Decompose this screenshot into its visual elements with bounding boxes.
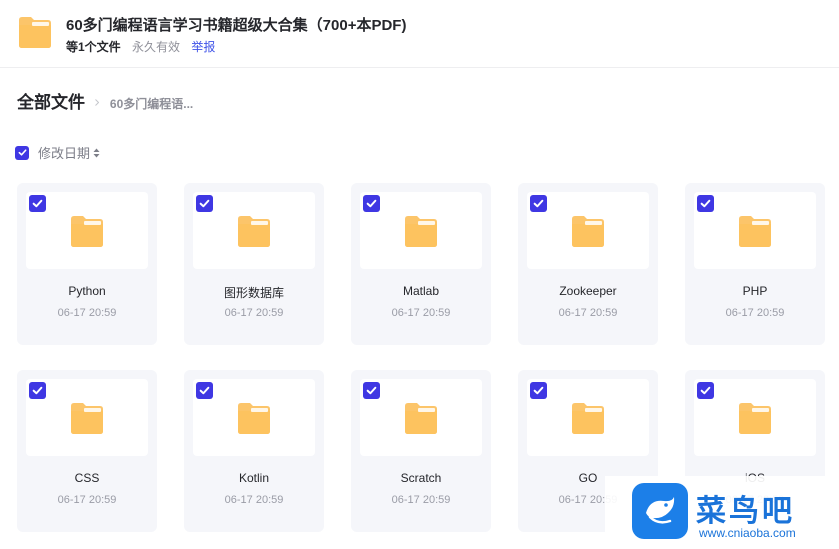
watermark-url: www.cniaoba.com: [699, 526, 796, 540]
checkbox-check-icon: [366, 199, 377, 208]
folder-icon: [572, 402, 604, 434]
file-name[interactable]: Kotlin: [184, 471, 324, 485]
folder-icon: [71, 215, 103, 247]
file-checkbox[interactable]: [196, 195, 213, 212]
sort-arrows-icon[interactable]: [93, 148, 100, 158]
file-card[interactable]: 图形数据库 06-17 20:59: [184, 183, 324, 345]
checkbox-check-icon: [32, 199, 43, 208]
file-name[interactable]: Zookeeper: [518, 284, 658, 298]
folder-icon: [19, 17, 51, 48]
file-checkbox[interactable]: [530, 195, 547, 212]
checkbox-check-icon: [32, 386, 43, 395]
checkbox-check-icon: [199, 199, 210, 208]
select-all-checkbox[interactable]: [15, 145, 29, 160]
checkbox-check-icon: [700, 199, 711, 208]
file-modified-time: 06-17 20:59: [57, 307, 117, 319]
file-card[interactable]: Matlab 06-17 20:59: [351, 183, 491, 345]
folder-icon: [238, 402, 270, 434]
file-name[interactable]: PHP: [685, 284, 825, 298]
file-name[interactable]: Scratch: [351, 471, 491, 485]
file-checkbox[interactable]: [697, 195, 714, 212]
file-modified-time: 06-17 20:59: [558, 307, 618, 319]
file-modified-time: 06-17 20:59: [57, 494, 117, 506]
file-name[interactable]: Python: [17, 284, 157, 298]
checkbox-check-icon: [18, 149, 26, 156]
file-name[interactable]: 图形数据库: [184, 284, 324, 301]
file-checkbox[interactable]: [530, 382, 547, 399]
checkbox-check-icon: [199, 386, 210, 395]
checkbox-check-icon: [700, 386, 711, 395]
file-checkbox[interactable]: [697, 382, 714, 399]
file-modified-time: 06-17 20:59: [391, 307, 451, 319]
file-card[interactable]: Zookeeper 06-17 20:59: [518, 183, 658, 345]
checkbox-check-icon: [366, 386, 377, 395]
breadcrumb-root[interactable]: 全部文件: [17, 93, 85, 112]
breadcrumb: 全部文件 60多门编程语...: [17, 88, 193, 113]
file-name[interactable]: CSS: [17, 471, 157, 485]
file-checkbox[interactable]: [196, 382, 213, 399]
file-modified-time: 06-17 20:59: [224, 307, 284, 319]
file-card[interactable]: PHP 06-17 20:59: [685, 183, 825, 345]
breadcrumb-current: 60多门编程语...: [109, 97, 194, 111]
file-modified-time: 06-17 20:59: [224, 494, 284, 506]
chevron-right-icon: [95, 99, 100, 107]
file-modified-time: 06-17 20:59: [391, 494, 451, 506]
checkbox-check-icon: [533, 386, 544, 395]
share-title: 60多门编程语言学习书籍超级大合集（700+本PDF): [66, 17, 407, 34]
folder-icon: [572, 215, 604, 247]
watermark: 菜鸟吧 www.cniaoba.com: [605, 476, 839, 549]
bird-logo-icon: [632, 483, 688, 539]
file-card[interactable]: Python 06-17 20:59: [17, 183, 157, 345]
validity-label: 永久有效: [132, 40, 181, 54]
report-link[interactable]: 举报: [191, 40, 215, 54]
file-card[interactable]: Kotlin 06-17 20:59: [184, 370, 324, 532]
folder-icon: [238, 215, 270, 247]
file-card[interactable]: CSS 06-17 20:59: [17, 370, 157, 532]
file-checkbox[interactable]: [29, 382, 46, 399]
file-checkbox[interactable]: [363, 382, 380, 399]
sort-by-date-button[interactable]: 修改日期: [38, 143, 90, 162]
folder-icon: [405, 402, 437, 434]
folder-icon: [405, 215, 437, 247]
share-meta: 等1个文件 永久有效 举报: [66, 38, 223, 55]
folder-icon: [71, 402, 103, 434]
file-checkbox[interactable]: [29, 195, 46, 212]
file-checkbox[interactable]: [363, 195, 380, 212]
share-header: 60多门编程语言学习书籍超级大合集（700+本PDF) 等1个文件 永久有效 举…: [0, 0, 839, 68]
watermark-name: 菜鸟吧: [696, 494, 795, 529]
file-modified-time: 06-17 20:59: [725, 307, 785, 319]
file-card[interactable]: Scratch 06-17 20:59: [351, 370, 491, 532]
sort-bar: 修改日期: [15, 143, 100, 162]
file-count: 等1个文件: [66, 40, 121, 54]
folder-icon: [739, 402, 771, 434]
file-name[interactable]: Matlab: [351, 284, 491, 298]
folder-icon: [739, 215, 771, 247]
checkbox-check-icon: [533, 199, 544, 208]
